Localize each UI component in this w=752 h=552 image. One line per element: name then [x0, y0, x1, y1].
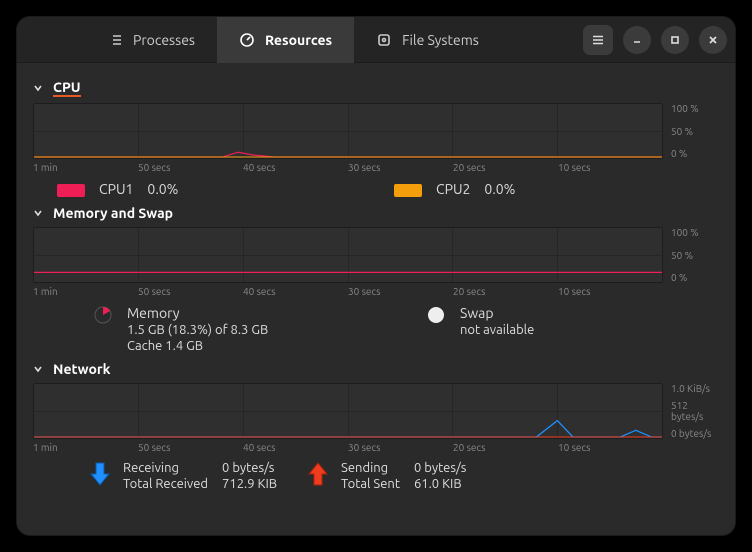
xtick: 40 secs [243, 286, 348, 297]
xtick: 10 secs [558, 442, 663, 453]
xtick: 1 min [33, 162, 138, 173]
cpu1-swatch [57, 184, 85, 197]
tab-processes[interactable]: Processes [85, 17, 217, 63]
memory-chart-area [33, 227, 663, 283]
download-arrow-icon [89, 461, 111, 487]
cpu1-legend-item[interactable]: CPU1 0.0% [57, 181, 382, 197]
xtick: 10 secs [558, 162, 663, 173]
sending-item[interactable]: Sending 0 bytes/s Total Sent 61.0 KIB [307, 461, 466, 491]
ytick: 0 % [671, 148, 719, 159]
xtick: 20 secs [453, 162, 558, 173]
swap-item[interactable]: Swap not available [426, 305, 719, 353]
send-total: 61.0 KIB [414, 477, 466, 491]
hamburger-menu-button[interactable] [583, 25, 613, 55]
cpu-section-header[interactable]: CPU [33, 79, 719, 97]
xtick: 10 secs [558, 286, 663, 297]
xtick: 50 secs [138, 286, 243, 297]
upload-arrow-icon [307, 461, 329, 487]
xtick: 30 secs [348, 162, 453, 173]
chevron-down-icon [33, 363, 45, 375]
xtick: 1 min [33, 442, 138, 453]
swap-usage: not available [460, 323, 534, 337]
ytick: 0 bytes/s [671, 428, 719, 439]
xtick: 20 secs [453, 442, 558, 453]
system-monitor-window: Processes Resources File Systems [16, 16, 736, 536]
tab-label: Processes [133, 32, 195, 48]
xtick: 1 min [33, 286, 138, 297]
xtick: 20 secs [453, 286, 558, 297]
network-chart-area [33, 383, 663, 439]
disk-icon [376, 32, 392, 48]
list-icon [107, 32, 123, 48]
section-title: Memory and Swap [53, 205, 173, 221]
cpu-x-axis: 1 min 50 secs 40 secs 30 secs 20 secs 10… [33, 162, 719, 173]
legend-label: CPU1 [99, 181, 133, 197]
send-rate: 0 bytes/s [414, 461, 466, 475]
close-button[interactable] [699, 26, 727, 54]
ytick: 50 % [671, 126, 719, 137]
network-x-axis: 1 min 50 secs 40 secs 30 secs 20 secs 10… [33, 442, 719, 453]
titlebar: Processes Resources File Systems [17, 17, 735, 63]
xtick: 30 secs [348, 442, 453, 453]
section-title: CPU [53, 79, 81, 97]
memory-x-axis: 1 min 50 secs 40 secs 30 secs 20 secs 10… [33, 286, 719, 297]
cpu-chart-area [33, 103, 663, 159]
ytick: 100 % [671, 103, 719, 114]
tab-bar: Processes Resources File Systems [85, 17, 501, 63]
memory-chart: 100 % 50 % 0 % [33, 227, 719, 283]
section-title: Network [53, 361, 111, 377]
xtick: 40 secs [243, 442, 348, 453]
network-section-header[interactable]: Network [33, 361, 719, 377]
recv-rate: 0 bytes/s [222, 461, 277, 475]
memory-item[interactable]: Memory 1.5 GB (18.3%) of 8.3 GB Cache 1.… [93, 305, 386, 353]
cpu2-legend-item[interactable]: CPU2 0.0% [394, 181, 719, 197]
recv-total: 712.9 KIB [222, 477, 277, 491]
tab-label: File Systems [402, 32, 479, 48]
ytick: 100 % [671, 227, 719, 238]
memory-y-axis: 100 % 50 % 0 % [667, 227, 719, 283]
maximize-button[interactable] [661, 26, 689, 54]
legend-value: 0.0% [147, 181, 178, 197]
xtick: 50 secs [138, 162, 243, 173]
ytick: 0 % [671, 272, 719, 283]
ytick: 50 % [671, 250, 719, 261]
chevron-down-icon [33, 82, 45, 94]
minimize-button[interactable] [623, 26, 651, 54]
receiving-item[interactable]: Receiving 0 bytes/s Total Received 712.9… [89, 461, 277, 491]
cpu-y-axis: 100 % 50 % 0 % [667, 103, 719, 159]
ytick: 512 bytes/s [671, 400, 719, 422]
memory-title: Memory [127, 305, 268, 321]
memory-pie-icon [93, 305, 113, 325]
network-y-axis: 1.0 KiB/s 512 bytes/s 0 bytes/s [667, 383, 719, 439]
ytick: 1.0 KiB/s [671, 383, 719, 394]
xtick: 40 secs [243, 162, 348, 173]
speedometer-icon [239, 32, 255, 48]
memory-cache: Cache 1.4 GB [127, 339, 268, 353]
swap-pie-icon [426, 305, 446, 325]
recv-label: Receiving [123, 461, 208, 475]
xtick: 30 secs [348, 286, 453, 297]
recv-total-label: Total Received [123, 477, 208, 491]
content-area: CPU 100 % 50 % 0 % 1 min 50 secs 4 [17, 63, 735, 535]
legend-label: CPU2 [436, 181, 470, 197]
network-chart: 1.0 KiB/s 512 bytes/s 0 bytes/s [33, 383, 719, 439]
tab-label: Resources [265, 32, 332, 48]
send-total-label: Total Sent [341, 477, 400, 491]
tab-filesystems[interactable]: File Systems [354, 17, 501, 63]
cpu-chart: 100 % 50 % 0 % [33, 103, 719, 159]
legend-value: 0.0% [484, 181, 515, 197]
memory-section-header[interactable]: Memory and Swap [33, 205, 719, 221]
cpu-legend: CPU1 0.0% CPU2 0.0% [33, 181, 719, 197]
cpu2-swatch [394, 184, 422, 197]
network-legend: Receiving 0 bytes/s Total Received 712.9… [33, 461, 719, 491]
send-label: Sending [341, 461, 400, 475]
swap-title: Swap [460, 305, 534, 321]
chevron-down-icon [33, 207, 45, 219]
memory-usage: 1.5 GB (18.3%) of 8.3 GB [127, 323, 268, 337]
memory-legend: Memory 1.5 GB (18.3%) of 8.3 GB Cache 1.… [33, 305, 719, 353]
xtick: 50 secs [138, 442, 243, 453]
tab-resources[interactable]: Resources [217, 17, 354, 63]
